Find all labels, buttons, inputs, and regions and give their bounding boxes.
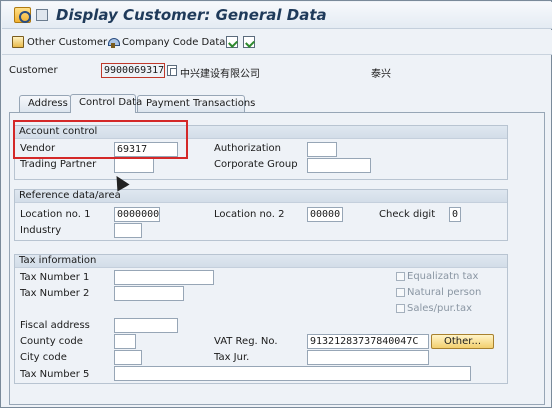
- location-no-2-field[interactable]: 00000: [307, 207, 343, 222]
- tax-jur-field[interactable]: [307, 350, 429, 365]
- sales-pur-tax-label: Sales/pur.tax: [407, 303, 473, 314]
- trading-partner-label: Trading Partner: [20, 159, 97, 170]
- city-code-field[interactable]: [114, 350, 142, 365]
- account-control-title: Account control: [15, 126, 507, 139]
- other-customer-label: Other Customer: [27, 36, 108, 48]
- copy-icon[interactable]: [167, 65, 177, 76]
- location-no-1-label: Location no. 1: [20, 209, 91, 220]
- fiscal-address-field[interactable]: [114, 318, 178, 333]
- customer-number-field[interactable]: 9900069317: [101, 63, 165, 78]
- industry-field[interactable]: [114, 223, 142, 238]
- vendor-field[interactable]: 69317: [114, 142, 178, 157]
- company-code-icon: [107, 36, 120, 48]
- trading-partner-field[interactable]: [114, 158, 154, 173]
- tax-number-2-field[interactable]: [114, 286, 184, 301]
- sap-window: Display Customer: General Data Other Cus…: [0, 0, 552, 408]
- county-code-field[interactable]: [114, 334, 136, 349]
- natural-person-checkbox[interactable]: Natural person: [396, 287, 481, 298]
- sap-menu-icon[interactable]: [14, 7, 31, 23]
- checkbox-box: [396, 288, 405, 297]
- tax-jur-label: Tax Jur.: [214, 352, 250, 363]
- customer-city: 泰兴: [371, 69, 391, 80]
- vat-reg-no-label: VAT Reg. No.: [214, 336, 278, 347]
- reference-data-title: Reference data/area: [15, 190, 507, 203]
- corporate-group-field[interactable]: [307, 158, 371, 173]
- other-customer-button[interactable]: Other Customer: [12, 34, 107, 50]
- location-no-1-field[interactable]: 0000000: [114, 207, 160, 222]
- tab-control-data[interactable]: Control Data: [70, 94, 142, 113]
- tab-address[interactable]: Address: [19, 95, 71, 112]
- natural-person-label: Natural person: [407, 287, 482, 298]
- corporate-group-label: Corporate Group: [214, 159, 298, 170]
- next-page-icon[interactable]: [243, 36, 255, 48]
- authorization-field[interactable]: [307, 142, 337, 157]
- equalization-tax-checkbox[interactable]: Equalizatn tax: [396, 271, 478, 282]
- title-bar: Display Customer: General Data: [2, 2, 552, 29]
- sales-pur-tax-checkbox[interactable]: Sales/pur.tax: [396, 303, 472, 314]
- city-code-label: City code: [20, 352, 67, 363]
- tax-number-1-field[interactable]: [114, 270, 214, 285]
- authorization-label: Authorization: [214, 143, 281, 154]
- other-vat-button[interactable]: Other...: [431, 334, 494, 349]
- tax-number-5-field[interactable]: [114, 366, 471, 381]
- window-icon: [36, 9, 48, 21]
- other-customer-icon: [12, 36, 24, 48]
- tab-payment-transactions[interactable]: Payment Transactions: [137, 95, 255, 112]
- checkbox-box: [396, 272, 405, 281]
- industry-label: Industry: [20, 225, 62, 236]
- customer-label: Customer: [9, 65, 58, 76]
- check-digit-label: Check digit: [379, 209, 436, 220]
- tax-information-title: Tax information: [15, 255, 507, 268]
- previous-page-icon[interactable]: [226, 36, 238, 48]
- vendor-label: Vendor: [20, 143, 56, 154]
- vat-reg-no-field[interactable]: 91321283737840047C: [307, 334, 429, 349]
- company-code-data-button[interactable]: Company Code Data: [107, 34, 225, 50]
- page-title: Display Customer: General Data: [56, 6, 327, 24]
- tax-number-5-label: Tax Number 5: [20, 369, 90, 380]
- customer-name: 中兴建设有限公司: [180, 69, 260, 80]
- fiscal-address-label: Fiscal address: [20, 320, 90, 331]
- tax-number-1-label: Tax Number 1: [20, 272, 90, 283]
- location-no-2-label: Location no. 2: [214, 209, 285, 220]
- check-digit-field[interactable]: 0: [449, 207, 461, 222]
- checkbox-box: [396, 304, 405, 313]
- county-code-label: County code: [20, 336, 83, 347]
- company-code-data-label: Company Code Data: [122, 36, 226, 48]
- tax-number-2-label: Tax Number 2: [20, 288, 90, 299]
- equalization-tax-label: Equalizatn tax: [407, 271, 479, 282]
- application-toolbar: Other Customer Company Code Data: [2, 30, 552, 55]
